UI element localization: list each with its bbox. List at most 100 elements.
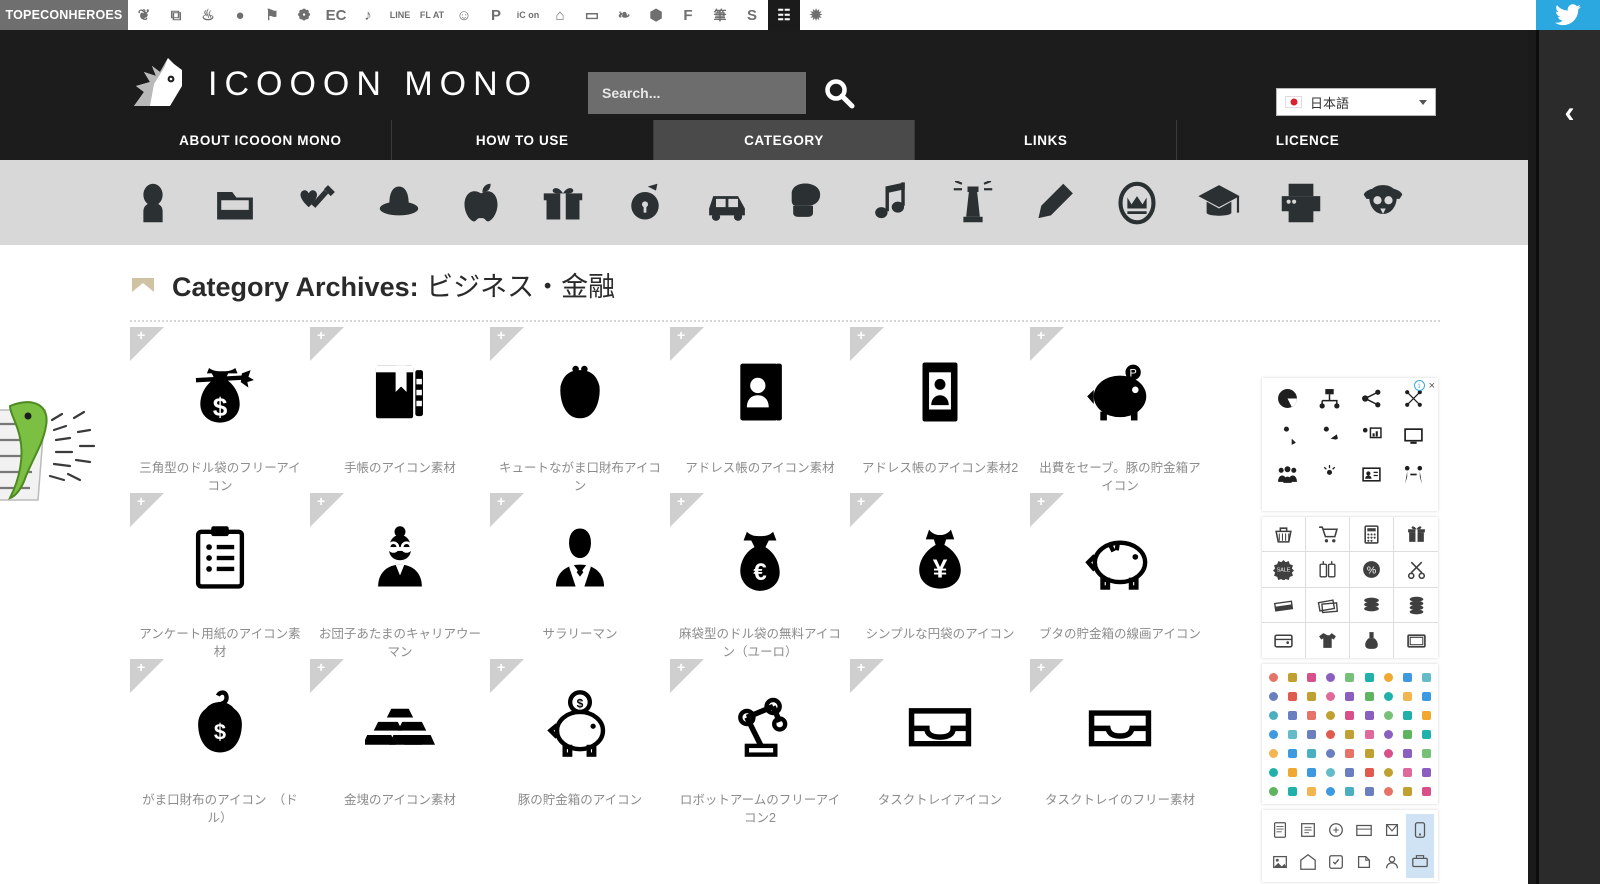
pirate-skull-icon[interactable] <box>1342 160 1424 245</box>
icon-card[interactable]: + $ がま口財布のアイコン （ドル） <box>130 659 310 825</box>
add-plus-icon[interactable]: + <box>317 328 325 342</box>
apple-icon[interactable] <box>440 160 522 245</box>
smiley-icon[interactable]: ☺ <box>448 0 480 30</box>
icon-card[interactable]: + タスクトレイのフリー素材 <box>1030 659 1210 825</box>
heart-syringe-icon[interactable] <box>276 160 358 245</box>
add-plus-icon[interactable]: + <box>677 494 685 508</box>
speech-bubble-icon[interactable]: ● <box>224 0 256 30</box>
icon-thumbnail[interactable]: + ¥ <box>850 493 1030 623</box>
icon-card[interactable]: + € 麻袋型のドル袋の無料アイコン（ユーロ） <box>670 493 850 659</box>
gem-icon[interactable]: ⬢ <box>640 0 672 30</box>
add-plus-icon[interactable]: + <box>1037 660 1045 674</box>
copy-icon[interactable]: ⧉ <box>160 0 192 30</box>
icon-card[interactable]: + ¥ シンプルな円袋のアイコン <box>850 493 1030 659</box>
car-icon[interactable] <box>686 160 768 245</box>
sheep-icon[interactable]: ❦ <box>128 0 160 30</box>
twitter-icon[interactable] <box>1536 0 1600 30</box>
icon-card[interactable]: + $ 豚の貯金箱のアイコン <box>490 659 670 825</box>
icon-card[interactable]: + アンケート用紙のアイコン素材 <box>130 493 310 659</box>
icon-card[interactable]: + サラリーマン <box>490 493 670 659</box>
icon-card[interactable]: + 金塊のアイコン素材 <box>310 659 490 825</box>
icon-thumbnail[interactable]: + € <box>670 493 850 623</box>
add-plus-icon[interactable]: + <box>857 494 865 508</box>
folder-icon[interactable] <box>194 160 276 245</box>
boxing-glove-icon[interactable] <box>768 160 850 245</box>
flag-icon[interactable]: ⚑ <box>256 0 288 30</box>
icon-card[interactable]: + アドレス帳のアイコン素材 <box>670 327 850 493</box>
s-plus-icon[interactable]: S <box>736 0 768 30</box>
sofa-icon[interactable]: ▭ <box>576 0 608 30</box>
icon-card[interactable]: + 手帳のアイコン素材 <box>310 327 490 493</box>
icon-thumbnail[interactable]: + <box>850 659 1030 789</box>
music-note-icon[interactable] <box>850 160 932 245</box>
nav-item-about-icooon-mono[interactable]: ABOUT ICOOON MONO <box>130 120 391 160</box>
person-icon[interactable] <box>112 160 194 245</box>
brush-icon[interactable]: 筆 <box>704 0 736 30</box>
icon-thumbnail[interactable]: + <box>1030 659 1210 789</box>
add-plus-icon[interactable]: + <box>677 328 685 342</box>
nav-item-how-to-use[interactable]: HOW TO USE <box>390 120 653 160</box>
search-button[interactable] <box>818 72 860 114</box>
add-plus-icon[interactable]: + <box>497 660 505 674</box>
icon-thumbnail[interactable]: + <box>1030 493 1210 623</box>
chevron-left-icon[interactable]: ‹ <box>1565 98 1575 128</box>
nav-item-category[interactable]: CATEGORY <box>652 120 915 160</box>
icon-thumbnail[interactable]: + <box>490 327 670 457</box>
icon-thumbnail[interactable]: + <box>130 493 310 623</box>
ec-icon[interactable]: EC <box>320 0 352 30</box>
ad-block-color-icons[interactable] <box>1262 664 1438 804</box>
icon-thumbnail[interactable]: + $ <box>490 659 670 789</box>
icon-thumbnail[interactable]: + <box>850 327 1030 457</box>
flat-icon[interactable]: FL AT <box>416 0 448 30</box>
icon-card[interactable]: + ロボットアームのフリーアイコン2 <box>670 659 850 825</box>
add-plus-icon[interactable]: + <box>137 660 145 674</box>
lighthouse-icon[interactable] <box>932 160 1014 245</box>
topecon-brand[interactable]: TOPECONHEROES <box>0 0 128 30</box>
printer-icon[interactable] <box>1260 160 1342 245</box>
bird-icon[interactable]: ❧ <box>608 0 640 30</box>
icon-thumbnail[interactable]: + P <box>1030 327 1210 457</box>
ad-block-shopping-icons[interactable]: SALE% <box>1262 517 1438 658</box>
building-icon[interactable]: ⌂ <box>544 0 576 30</box>
add-plus-icon[interactable]: + <box>857 660 865 674</box>
icon-card[interactable]: + P 出費をセーブ。豚の貯金箱アイコン <box>1030 327 1210 493</box>
add-plus-icon[interactable]: + <box>497 494 505 508</box>
icon-thumbnail[interactable]: + <box>670 659 850 789</box>
parking-icon[interactable]: P <box>480 0 512 30</box>
add-plus-icon[interactable]: + <box>677 660 685 674</box>
gift-icon[interactable] <box>522 160 604 245</box>
add-plus-icon[interactable]: + <box>857 328 865 342</box>
icon-card[interactable]: + $ 三角型のドル袋のフリーアイコン <box>130 327 310 493</box>
add-plus-icon[interactable]: + <box>137 328 145 342</box>
ad-block-business-icons[interactable]: i × <box>1262 378 1438 511</box>
ad-block-document-icons[interactable] <box>1262 810 1438 882</box>
icon-thumbnail[interactable]: + <box>490 493 670 623</box>
icon-thumbnail[interactable]: + <box>310 493 490 623</box>
icon-thumbnail[interactable]: + $ <box>130 327 310 457</box>
crown-badge-icon[interactable] <box>1096 160 1178 245</box>
add-plus-icon[interactable]: + <box>317 660 325 674</box>
icon-thumbnail[interactable]: + $ <box>130 659 310 789</box>
hat-icon[interactable] <box>358 160 440 245</box>
add-plus-icon[interactable]: + <box>317 494 325 508</box>
icon-card[interactable]: + ブタの貯金箱の線画アイコン <box>1030 493 1210 659</box>
ad-close-icon[interactable]: × <box>1429 380 1435 391</box>
add-plus-icon[interactable]: + <box>1037 328 1045 342</box>
language-selector[interactable]: 日本語 <box>1276 88 1436 116</box>
icon-card[interactable]: + キュートながま口財布アイコン <box>490 327 670 493</box>
music-note-icon[interactable]: ♪ <box>352 0 384 30</box>
icon-card[interactable]: + タスクトレイアイコン <box>850 659 1030 825</box>
icon-card[interactable]: + お団子あたまのキャリアウーマン <box>310 493 490 659</box>
piggy-bank-icon[interactable] <box>604 160 686 245</box>
nav-item-links[interactable]: LINKS <box>914 120 1176 160</box>
icon-icon[interactable]: iC on <box>512 0 544 30</box>
add-plus-icon[interactable]: + <box>497 328 505 342</box>
pencil-icon[interactable] <box>1014 160 1096 245</box>
graduation-cap-icon[interactable] <box>1178 160 1260 245</box>
icon-thumbnail[interactable]: + <box>670 327 850 457</box>
sparkle-icon[interactable]: ✹ <box>800 0 832 30</box>
icon-thumbnail[interactable]: + <box>310 659 490 789</box>
grid-icon[interactable]: ☷ <box>768 0 800 30</box>
line-icon[interactable]: LINE <box>384 0 416 30</box>
nav-item-licence[interactable]: LICENCE <box>1176 120 1438 160</box>
